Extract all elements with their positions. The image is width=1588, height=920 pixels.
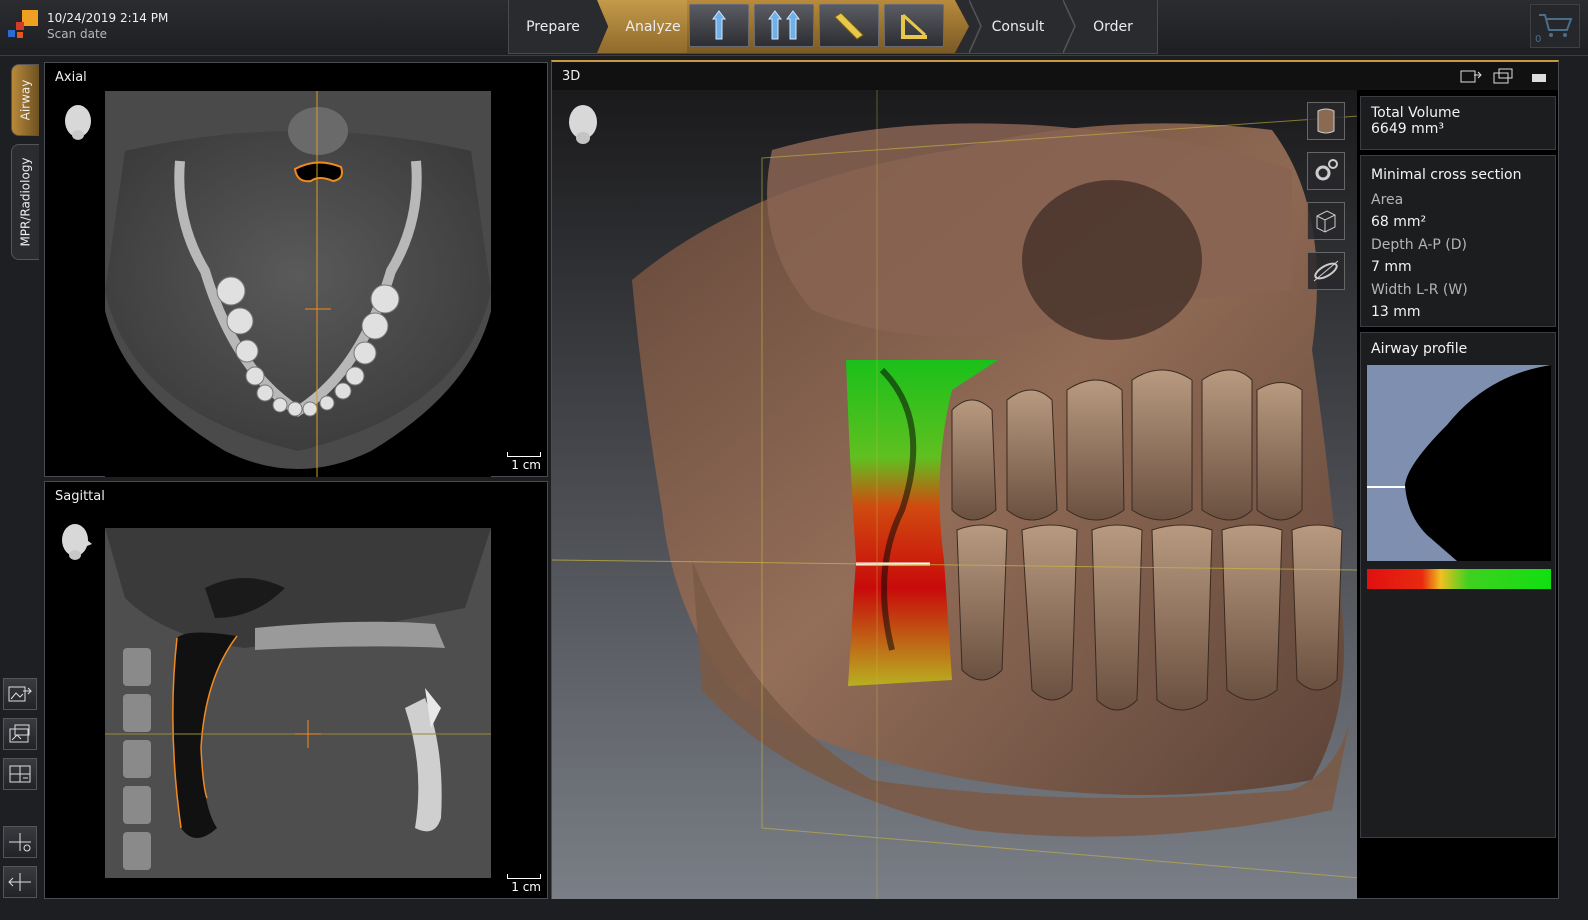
app-window: 10/24/2019 2:14 PM Scan date Prepare Ana…: [0, 0, 1588, 920]
scan-date-label: Scan date: [47, 27, 108, 41]
axial-viewport[interactable]: Axial 1 cm: [44, 62, 548, 477]
scan-date-value: 10/24/2019 2:14 PM: [47, 11, 169, 25]
3d-render-image: [552, 90, 1357, 899]
airway-profile-graph: [1367, 365, 1551, 561]
depth-value: 7 mm: [1371, 259, 1412, 275]
export-image-icon[interactable]: [1460, 68, 1482, 84]
screenshot-icon: [9, 724, 30, 743]
step-order[interactable]: Order: [1067, 0, 1159, 53]
airway-single-icon[interactable]: [689, 4, 749, 47]
cart-button[interactable]: 0: [1530, 4, 1580, 48]
3d-header: 3D: [552, 62, 1558, 90]
crosshair-view-button[interactable]: [3, 826, 37, 858]
app-logo-icon: [8, 10, 38, 38]
area-label: Area: [1371, 191, 1404, 208]
axial-ct-image: [105, 91, 491, 477]
width-label: Width L-R (W): [1371, 281, 1468, 298]
step-prepare[interactable]: Prepare: [509, 0, 597, 53]
settings-button[interactable]: [1307, 152, 1345, 190]
tab-airway[interactable]: Airway: [11, 64, 39, 136]
axial-header: Axial: [45, 63, 547, 91]
area-value: 68 mm²: [1371, 214, 1427, 230]
clipping-plane-icon: [1313, 260, 1339, 282]
axial-scale-label: 1 cm: [511, 458, 541, 472]
tab-mpr-label: MPR/Radiology: [18, 157, 33, 247]
left-sidebar: Airway MPR/Radiology: [0, 56, 40, 920]
top-bar: 10/24/2019 2:14 PM Scan date Prepare Ana…: [0, 0, 1588, 56]
ruler-icon[interactable]: [819, 4, 879, 47]
3d-title: 3D: [562, 69, 581, 84]
skull-render-icon: [1317, 108, 1335, 134]
cart-count: 0: [1535, 34, 1542, 45]
cube-icon: [1316, 210, 1336, 233]
gear-icon: [1315, 159, 1338, 181]
sagittal-ct-image: [105, 528, 491, 878]
maximize-icon[interactable]: [1528, 68, 1550, 84]
layout-button[interactable]: [3, 758, 37, 790]
width-value: 13 mm: [1371, 304, 1421, 320]
depth-label: Depth A-P (D): [1371, 236, 1468, 253]
step-consult[interactable]: Consult: [969, 0, 1067, 53]
skull-render-button[interactable]: [1307, 102, 1345, 140]
head-orientation-icon[interactable]: [61, 103, 95, 143]
export-image-button[interactable]: [3, 678, 37, 710]
crosshair-reset-icon: [8, 873, 31, 891]
crosshair-view-icon: [9, 833, 31, 852]
total-volume-label: Total Volume: [1371, 105, 1461, 121]
axial-title: Axial: [55, 70, 87, 85]
tab-airway-label: Airway: [18, 79, 33, 121]
total-volume-value: 6649 mm³: [1371, 121, 1444, 137]
analyze-toolbar: [687, 0, 969, 53]
cart-icon: [1539, 14, 1573, 37]
crosshair-reset-button[interactable]: [3, 866, 37, 898]
sagittal-scale-bar: 1 cm: [507, 874, 541, 894]
workflow-steps: Prepare Analyze Consult Order: [508, 0, 1158, 54]
airway-profile-panel: Airway profile: [1360, 332, 1556, 838]
layout-icon: [9, 765, 31, 783]
total-volume-panel: Total Volume 6649 mm³: [1360, 96, 1556, 150]
sagittal-title: Sagittal: [55, 489, 105, 504]
airway-color-scale: [1367, 569, 1551, 589]
head-orientation-icon[interactable]: [566, 102, 602, 146]
head-orientation-icon[interactable]: [59, 522, 95, 562]
bounding-box-button[interactable]: [1307, 202, 1345, 240]
sagittal-scale-label: 1 cm: [511, 880, 541, 894]
min-cross-title: Minimal cross section: [1371, 167, 1522, 183]
screenshot-icon[interactable]: [1492, 68, 1514, 84]
clipping-plane-button[interactable]: [1307, 252, 1345, 290]
screenshot-button[interactable]: [3, 718, 37, 750]
sagittal-viewport[interactable]: Sagittal 1 cm: [44, 481, 548, 899]
tab-mpr-radiology[interactable]: MPR/Radiology: [11, 144, 39, 260]
airway-double-icon[interactable]: [754, 4, 814, 47]
angle-icon[interactable]: [884, 4, 944, 47]
sagittal-header: Sagittal: [45, 482, 547, 510]
axial-scale-bar: 1 cm: [507, 452, 541, 472]
airway-profile-title: Airway profile: [1371, 341, 1468, 357]
export-image-icon: [8, 686, 33, 702]
min-cross-section-panel: Minimal cross section Area 68 mm² Depth …: [1360, 155, 1556, 327]
3d-viewport[interactable]: 3D Total Volume 6649 mm³ Minimal cross s…: [551, 60, 1559, 899]
